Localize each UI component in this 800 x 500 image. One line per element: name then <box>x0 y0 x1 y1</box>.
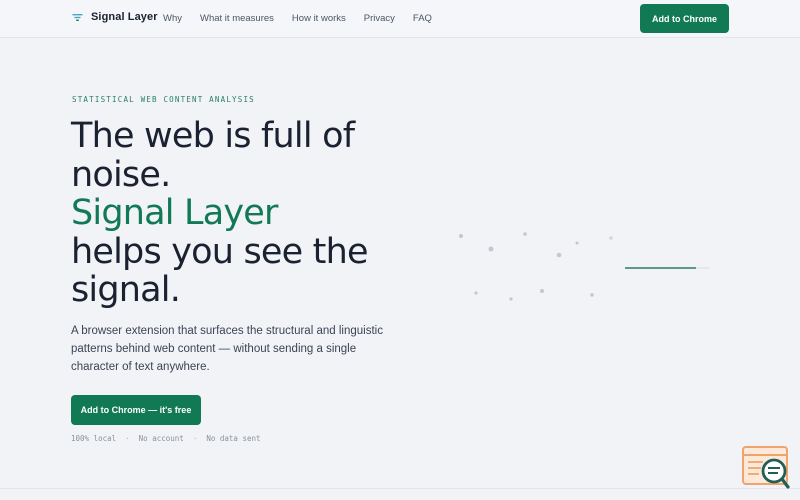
noise-dot <box>523 232 527 236</box>
site-header: Signal Layer Why What it measures How it… <box>0 0 800 38</box>
noise-dot <box>575 241 579 245</box>
noise-dot <box>609 236 613 240</box>
description-line: A browser extension that surfaces the st… <box>71 325 383 337</box>
headline-line: signal. <box>71 270 181 310</box>
hero-eyebrow: STATISTICAL WEB CONTENT ANALYSIS <box>72 95 255 104</box>
brand-name: Signal Layer <box>91 11 158 23</box>
noise-dot <box>590 293 594 297</box>
noise-dot <box>540 289 544 293</box>
trust-item-no-account: No account <box>138 434 184 443</box>
hero-description: A browser extension that surfaces the st… <box>71 322 383 376</box>
hero-trust-badges: 100% local · No account · No data sent <box>71 434 261 443</box>
signal-funnel-icon <box>72 13 83 21</box>
noise-dot <box>509 297 513 301</box>
section-divider <box>0 488 800 489</box>
separator: · <box>192 434 198 443</box>
nav-link-how-it-works[interactable]: How it works <box>292 13 346 24</box>
nav-link-what-it-measures[interactable]: What it measures <box>200 13 274 24</box>
headline-accent: Signal Layer <box>71 193 278 233</box>
add-to-chrome-header-button[interactable]: Add to Chrome <box>640 4 729 33</box>
description-line: patterns behind web content — without se… <box>71 343 357 355</box>
trust-item-no-data: No data sent <box>206 434 261 443</box>
separator: · <box>125 434 130 443</box>
headline-line: noise. <box>71 154 171 195</box>
trust-item-local: 100% local <box>71 434 117 443</box>
nav-link-why[interactable]: Why <box>163 13 182 24</box>
nav-link-privacy[interactable]: Privacy <box>364 13 395 24</box>
main-nav: Why What it measures How it works Privac… <box>163 13 450 24</box>
description-line: character of text anywhere. <box>71 361 210 373</box>
add-to-chrome-hero-button[interactable]: Add to Chrome — it's free <box>71 395 201 425</box>
headline-line: The web is full of <box>71 116 355 156</box>
nav-link-faq[interactable]: FAQ <box>413 13 432 24</box>
noise-dot <box>556 252 562 258</box>
signal-noise-illustration <box>445 232 710 301</box>
headline-line: helps you see the <box>71 231 369 272</box>
noise-dot <box>474 291 478 295</box>
hero-headline: The web is full of noise. Signal Layer h… <box>71 117 411 310</box>
noise-dot <box>488 246 494 252</box>
search-chat-icon[interactable] <box>741 445 791 491</box>
noise-dot <box>459 234 463 238</box>
brand-logo[interactable]: Signal Layer <box>72 11 158 23</box>
